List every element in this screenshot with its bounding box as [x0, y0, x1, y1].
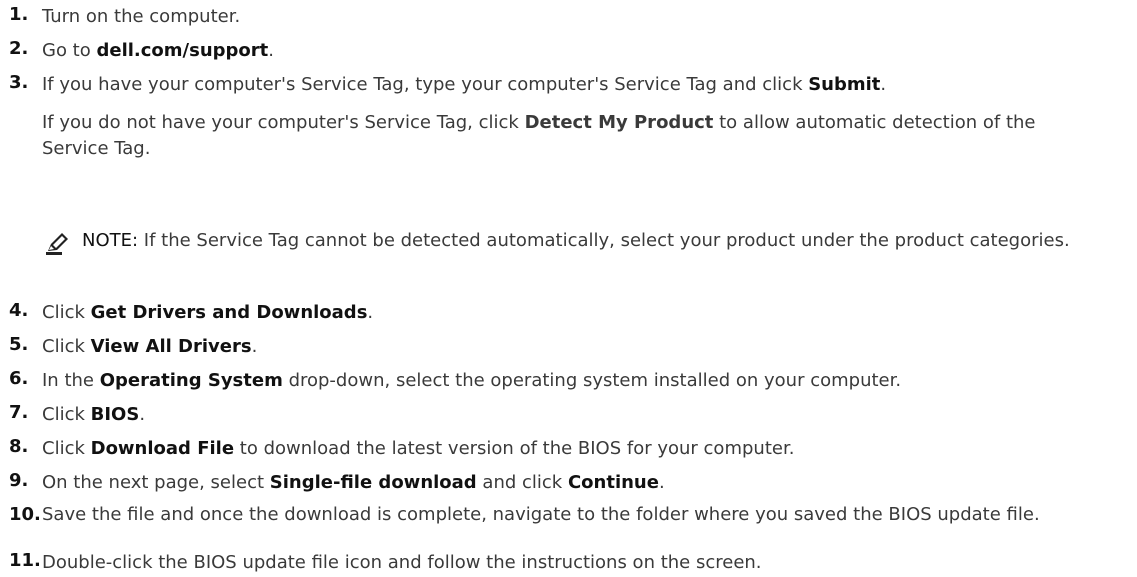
step-number: 10.	[9, 504, 41, 525]
step-number: 8.	[9, 436, 29, 457]
text-run: Click	[42, 302, 91, 323]
emphasized-term: Detect My Product	[524, 112, 714, 133]
step-text: On the next page, select Single-file dow…	[42, 470, 1133, 496]
step-number: 4.	[9, 300, 29, 321]
text-run: In the	[42, 370, 100, 391]
emphasized-term: Submit	[808, 74, 881, 95]
text-run: .	[658, 472, 665, 493]
text-run: .	[367, 302, 374, 323]
text-run: Save the file and once the download is c…	[42, 504, 1040, 525]
text-run: .	[880, 74, 887, 95]
text-run: .	[139, 404, 146, 425]
emphasized-term: dell.com/support	[96, 40, 269, 61]
step-number: 1.	[9, 4, 29, 25]
text-run: If you do not have your computer's Servi…	[42, 112, 525, 133]
step-3-extra: If you do not have your computer's Servi…	[42, 110, 1107, 162]
note-block: NOTE: If the Service Tag cannot be detec…	[82, 228, 1097, 254]
text-run: If you have your computer's Service Tag,…	[42, 74, 809, 95]
note-text: If the Service Tag cannot be detected au…	[138, 230, 1070, 251]
text-run: drop-down, select the operating system i…	[282, 370, 902, 391]
emphasized-term: Get Drivers and Downloads	[90, 302, 368, 323]
step-text: Click Get Drivers and Downloads.	[42, 300, 1133, 326]
step-text: Click Download File to download the late…	[42, 436, 1133, 462]
text-run: Double-click the BIOS update file icon a…	[42, 552, 762, 573]
text-run: and click	[476, 472, 568, 493]
bios-update-instructions: 1. Turn on the computer. 2. Go to dell.c…	[0, 0, 1137, 577]
emphasized-term: Operating System	[99, 370, 283, 391]
step-number: 6.	[9, 368, 29, 389]
step-number: 3.	[9, 72, 29, 93]
step-text: Go to dell.com/support.	[42, 38, 1133, 64]
note-label: NOTE:	[82, 230, 139, 251]
step-text: Turn on the computer.	[42, 4, 1133, 30]
step-text: In the Operating System drop-down, selec…	[42, 368, 1133, 394]
text-run: On the next page, select	[42, 472, 270, 493]
emphasized-term: BIOS	[90, 404, 140, 425]
step-text: Click BIOS.	[42, 402, 1133, 428]
text-run: to download the latest version of the BI…	[234, 438, 795, 459]
text-run: Click	[42, 404, 91, 425]
step-text: Save the file and once the download is c…	[42, 504, 1133, 526]
step-number: 9.	[9, 470, 29, 491]
text-run: Click	[42, 438, 91, 459]
emphasized-term: View All Drivers	[90, 336, 252, 357]
text-run: Go to	[42, 40, 97, 61]
text-run: .	[251, 336, 258, 357]
step-number: 11.	[9, 550, 41, 571]
text-run: Turn on the computer.	[42, 6, 241, 27]
step-text: Click View All Drivers.	[42, 334, 1133, 360]
step-number: 2.	[9, 38, 29, 59]
emphasized-term: Single-file download	[269, 472, 477, 493]
text-run: Click	[42, 336, 91, 357]
text-run: .	[268, 40, 275, 61]
step-number: 5.	[9, 334, 29, 355]
step-number: 7.	[9, 402, 29, 423]
step-text: Double-click the BIOS update file icon a…	[42, 550, 1133, 576]
emphasized-term: Download File	[90, 438, 235, 459]
step-text: If you have your computer's Service Tag,…	[42, 72, 1133, 98]
pencil-icon	[46, 233, 68, 255]
emphasized-term: Continue	[567, 472, 659, 493]
